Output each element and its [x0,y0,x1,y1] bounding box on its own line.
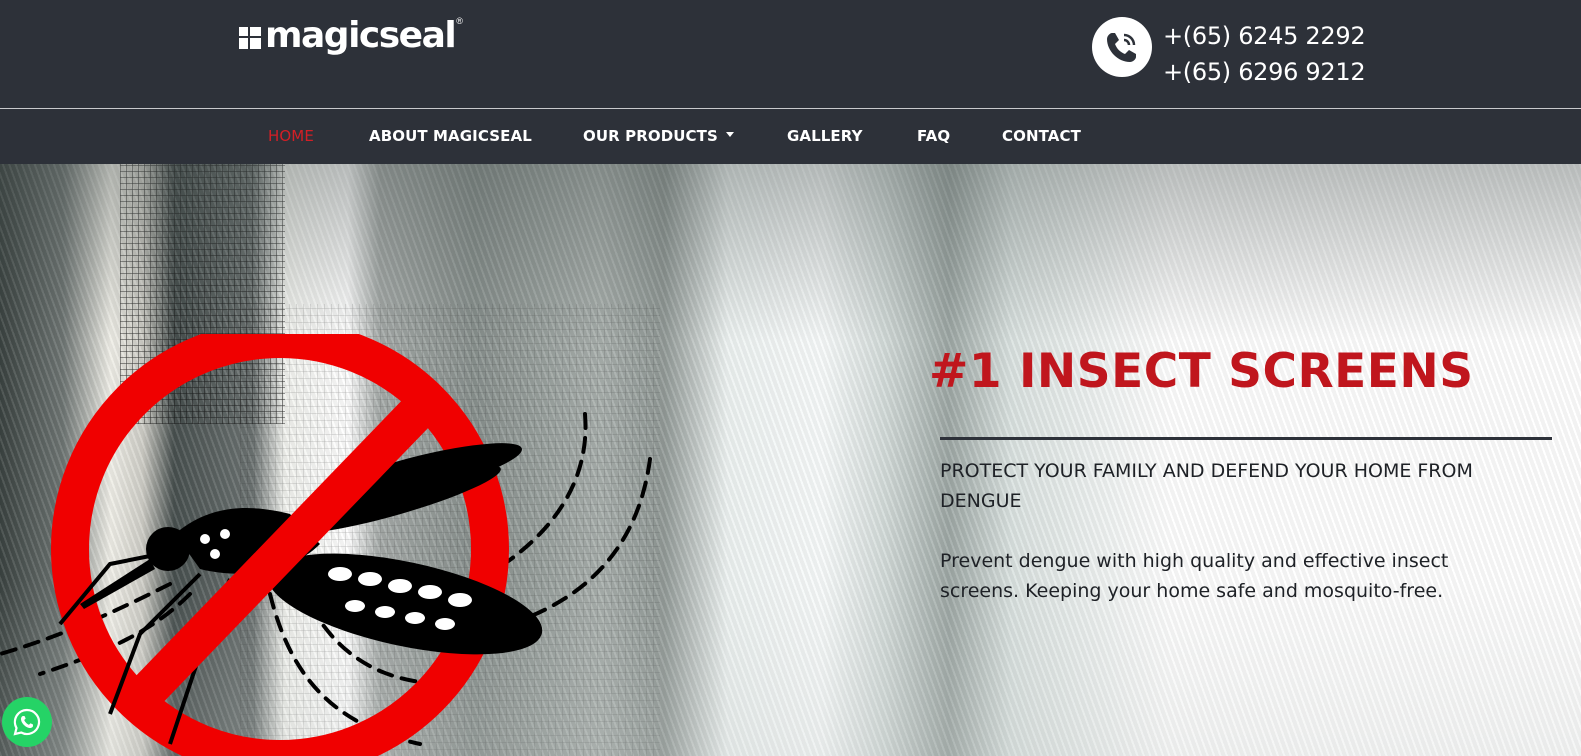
magicseal-logo[interactable]: magicseal ® [239,14,463,58]
hero-title: #1 INSECT SCREENS [929,344,1474,399]
nav-item-our-products[interactable]: OUR PRODUCTS [583,109,734,164]
logo-registered-mark: ® [456,16,463,26]
whatsapp-icon [13,708,41,736]
nav-item-our-products-label: OUR PRODUCTS [583,127,718,145]
nav-item-gallery[interactable]: GALLERY [787,109,863,164]
phone-number-1[interactable]: +(65) 6245 2292 [1163,18,1366,54]
nav-item-faq[interactable]: FAQ [917,109,950,164]
nav-item-about[interactable]: ABOUT MAGICSEAL [369,109,532,164]
nav-item-contact[interactable]: CONTACT [1002,109,1081,164]
hero-subtitle: PROTECT YOUR FAMILY AND DEFEND YOUR HOME… [940,460,1473,512]
whatsapp-button[interactable] [2,697,52,747]
no-mosquito-icon [0,334,652,756]
caret-down-icon [725,132,734,137]
main-navigation: HOME ABOUT MAGICSEAL OUR PRODUCTS GALLER… [0,108,1581,164]
hero-description: Prevent dengue with high quality and eff… [940,550,1449,602]
nav-item-home[interactable]: HOME [268,109,314,164]
hero-banner: #1 INSECT SCREENS PROTECT YOUR FAMILY AN… [0,164,1581,756]
phone-number-2[interactable]: +(65) 6296 9212 [1163,54,1366,90]
logo-text: magicseal [265,15,457,56]
top-header: magicseal ® +(65) 6245 2292 +(65) 6296 9… [0,0,1581,108]
phone-icon [1092,17,1152,77]
hero-divider [940,437,1552,440]
logo-mark-icon [239,27,261,49]
phone-numbers: +(65) 6245 2292 +(65) 6296 9212 [1163,18,1366,90]
